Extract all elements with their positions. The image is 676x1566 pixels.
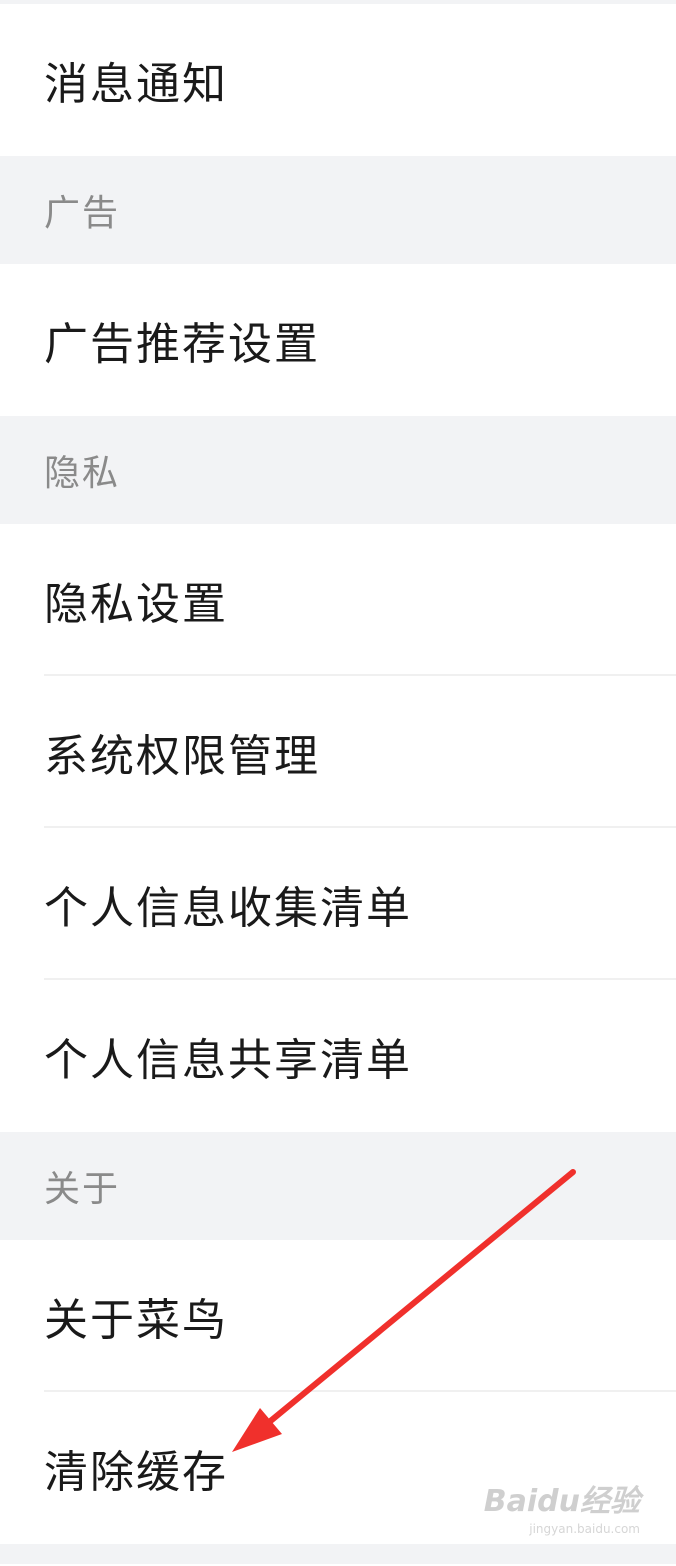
menu-item-label: 消息通知 <box>44 59 228 110</box>
section-header-ads: 广告 <box>0 156 676 264</box>
menu-item-clear-cache[interactable]: 清除缓存 <box>0 1392 676 1544</box>
section-header-label: 关于 <box>44 1169 121 1210</box>
bottom-divider <box>0 1544 676 1564</box>
menu-item-label: 个人信息收集清单 <box>44 883 412 934</box>
menu-item-label: 清除缓存 <box>44 1447 228 1498</box>
menu-item-label: 关于菜鸟 <box>44 1295 228 1346</box>
menu-item-system-permissions[interactable]: 系统权限管理 <box>0 676 676 828</box>
menu-item-label: 系统权限管理 <box>44 731 320 782</box>
menu-item-ad-recommendation[interactable]: 广告推荐设置 <box>0 264 676 416</box>
menu-item-privacy-settings[interactable]: 隐私设置 <box>0 524 676 676</box>
section-header-privacy: 隐私 <box>0 416 676 524</box>
menu-item-label: 隐私设置 <box>44 579 228 630</box>
section-header-label: 隐私 <box>44 453 121 494</box>
menu-item-about-cainiao[interactable]: 关于菜鸟 <box>0 1240 676 1392</box>
menu-item-personal-info-collection[interactable]: 个人信息收集清单 <box>0 828 676 980</box>
menu-item-personal-info-sharing[interactable]: 个人信息共享清单 <box>0 980 676 1132</box>
section-header-about: 关于 <box>0 1132 676 1240</box>
menu-item-notifications[interactable]: 消息通知 <box>0 4 676 156</box>
menu-item-label: 广告推荐设置 <box>44 319 320 370</box>
menu-item-label: 个人信息共享清单 <box>44 1035 412 1086</box>
section-header-label: 广告 <box>44 193 121 234</box>
settings-screen: 消息通知 广告 广告推荐设置 隐私 隐私设置 系统权限管理 个人信息收集清单 个… <box>0 0 676 1566</box>
